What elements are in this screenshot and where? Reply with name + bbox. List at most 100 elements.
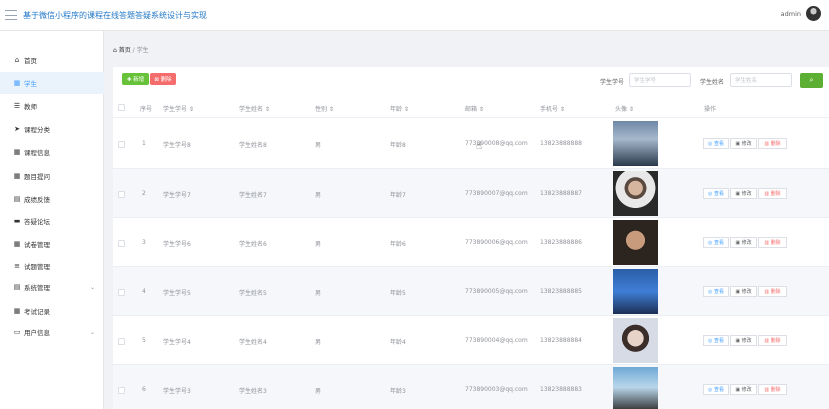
header-age[interactable]: 年龄 ⇕: [390, 104, 409, 113]
table-row: 1 学生学号8 学生姓名8 男 年龄8 773890008@qq.com 138238888…: [113, 118, 829, 169]
chevron-down-icon[interactable]: ⌄: [90, 329, 95, 336]
sidebar-item-3[interactable]: ☰ 教师: [0, 95, 104, 117]
sidebar-item-10[interactable]: ≡ 试题管理: [0, 255, 104, 277]
delete-row-button[interactable]: ▥ 删除: [758, 335, 787, 346]
row-student-id: 学生学号8: [163, 142, 191, 149]
sidebar-item-label: 题目提问: [24, 173, 50, 181]
sidebar-item-11[interactable]: ▤ 系统管理 ⌄: [0, 276, 104, 298]
row-student-name: 学生姓名7: [239, 192, 267, 199]
sidebar-item-8[interactable]: ▬ 答疑论坛: [0, 210, 104, 232]
row-index: 2: [142, 190, 146, 197]
delete-row-button[interactable]: ▥ 删除: [758, 286, 787, 297]
sidebar-item-label: 试卷管理: [24, 241, 50, 249]
view-button[interactable]: ◎ 查看: [703, 384, 729, 395]
view-button[interactable]: ◎ 查看: [703, 237, 729, 248]
edit-button[interactable]: ▣ 修改: [730, 188, 757, 199]
row-actions: ◎ 查看 ▣ 修改 ▥ 删除: [703, 188, 788, 199]
sidebar-item-12[interactable]: ▦ 考试记录: [0, 300, 104, 322]
row-age: 年龄5: [390, 290, 406, 297]
select-all-checkbox[interactable]: [118, 104, 125, 111]
row-checkbox[interactable]: [118, 141, 125, 148]
sidebar-item-label: 首页: [24, 57, 37, 65]
chevron-down-icon[interactable]: ⌄: [90, 284, 95, 291]
header-index: 序号: [140, 106, 153, 113]
edit-button[interactable]: ▣ 修改: [730, 384, 757, 395]
sidebar-item-1[interactable]: ⌂ 首页: [0, 49, 104, 71]
row-index: 3: [142, 239, 146, 246]
student-avatar-image: [613, 121, 658, 166]
student-id-input[interactable]: 学生学号: [629, 73, 691, 87]
row-gender: 男: [315, 192, 322, 199]
row-checkbox[interactable]: [118, 338, 125, 345]
sidebar-item-6[interactable]: ▦ 题目提问: [0, 165, 104, 187]
search-button[interactable]: ⌕: [800, 73, 823, 88]
row-index: 6: [142, 386, 146, 393]
row-phone: 13823888885: [540, 288, 582, 295]
delete-button[interactable]: ⊠ 删除: [150, 73, 176, 85]
edit-button[interactable]: ▣ 修改: [730, 286, 757, 297]
view-button[interactable]: ◎ 查看: [703, 188, 729, 199]
sidebar-item-label: 课程分类: [24, 126, 50, 134]
delete-row-button[interactable]: ▥ 删除: [758, 188, 787, 199]
edit-button[interactable]: ▣ 修改: [730, 138, 757, 149]
row-student-name: 学生姓名5: [239, 290, 267, 297]
row-email: 773890004@qq.com: [465, 337, 528, 344]
header-email[interactable]: 邮箱 ⇕: [465, 104, 484, 113]
row-gender: 男: [315, 142, 322, 149]
row-student-id: 学生学号7: [163, 192, 191, 199]
sidebar-item-label: 成绩反馈: [24, 196, 50, 204]
sidebar-item-13[interactable]: ▭ 用户信息 ⌄: [0, 321, 104, 343]
sidebar-item-7[interactable]: ▤ 成绩反馈: [0, 188, 104, 210]
header-student-name[interactable]: 学生姓名 ⇕: [239, 104, 270, 113]
delete-row-button[interactable]: ▥ 删除: [758, 237, 787, 248]
row-index: 5: [142, 337, 146, 344]
list-icon: ≡: [14, 262, 20, 270]
view-button[interactable]: ◎ 查看: [703, 138, 729, 149]
add-button[interactable]: ✚ 新增: [122, 73, 149, 85]
sidebar-item-label: 用户信息: [24, 329, 50, 337]
delete-row-button[interactable]: ▥ 删除: [758, 138, 787, 149]
row-phone: 13823888888: [540, 140, 582, 147]
view-button[interactable]: ◎ 查看: [703, 335, 729, 346]
row-age: 年龄6: [390, 241, 406, 248]
grid-icon: ▦: [13, 172, 21, 180]
view-button[interactable]: ◎ 查看: [703, 286, 729, 297]
row-actions: ◎ 查看 ▣ 修改 ▥ 删除: [703, 335, 788, 346]
delete-row-button[interactable]: ▥ 删除: [758, 384, 787, 395]
sidebar-item-2[interactable]: ▦ 学生: [0, 72, 104, 94]
user-avatar[interactable]: [806, 6, 821, 21]
row-checkbox[interactable]: [118, 289, 125, 296]
student-id-label: 学生学号: [600, 79, 625, 86]
row-checkbox[interactable]: [118, 191, 125, 198]
sidebar-item-4[interactable]: ➤ 课程分类: [0, 118, 104, 140]
header-avatar[interactable]: 头像 ⇕: [615, 104, 634, 113]
hamburger-menu-icon[interactable]: [5, 10, 17, 20]
table-icon: ▦: [13, 240, 21, 248]
sidebar-item-5[interactable]: ▦ 课程信息: [0, 141, 104, 163]
table-header: 序号 学生学号 ⇕ 学生姓名 ⇕ 性别 ⇕ 年龄 ⇕ 邮箱 ⇕ 手机号 ⇕ 头像…: [113, 97, 829, 118]
edit-button[interactable]: ▣ 修改: [730, 335, 757, 346]
student-avatar-image: [613, 269, 658, 314]
header-phone[interactable]: 手机号 ⇕: [540, 104, 565, 113]
student-name-input[interactable]: 学生姓名: [730, 73, 792, 87]
sidebar-item-9[interactable]: ▦ 试卷管理: [0, 233, 104, 255]
mouse-cursor-icon: ☝: [476, 141, 483, 152]
header-gender[interactable]: 性别 ⇕: [315, 104, 334, 113]
breadcrumb-home[interactable]: 首页: [119, 47, 131, 54]
toolbar: ✚ 新增 ⊠ 删除 学生学号 学生学号 学生姓名 学生姓名 ⌕: [113, 67, 829, 97]
table-row: 4 学生学号5 学生姓名5 男 年龄5 773890005@qq.com 138238888…: [113, 267, 829, 316]
row-checkbox[interactable]: [118, 387, 125, 394]
header-student-id[interactable]: 学生学号 ⇕: [163, 104, 194, 113]
row-student-id: 学生学号6: [163, 241, 191, 248]
top-bar: 基于微信小程序的课程在线答题答疑系统设计与实现 admin: [0, 0, 829, 31]
user-name[interactable]: admin: [781, 10, 801, 18]
table-row: 3 学生学号6 学生姓名6 男 年龄6 773890006@qq.com 138238888…: [113, 218, 829, 267]
row-age: 年龄7: [390, 192, 406, 199]
table-row: 2 学生学号7 学生姓名7 男 年龄7 773890007@qq.com 138238888…: [113, 169, 829, 218]
row-index: 4: [142, 288, 146, 295]
edit-button[interactable]: ▣ 修改: [730, 237, 757, 248]
row-checkbox[interactable]: [118, 240, 125, 247]
monitor-icon: ▬: [13, 217, 21, 225]
student-avatar-image: [613, 318, 658, 363]
breadcrumb-separator: /: [132, 47, 135, 54]
